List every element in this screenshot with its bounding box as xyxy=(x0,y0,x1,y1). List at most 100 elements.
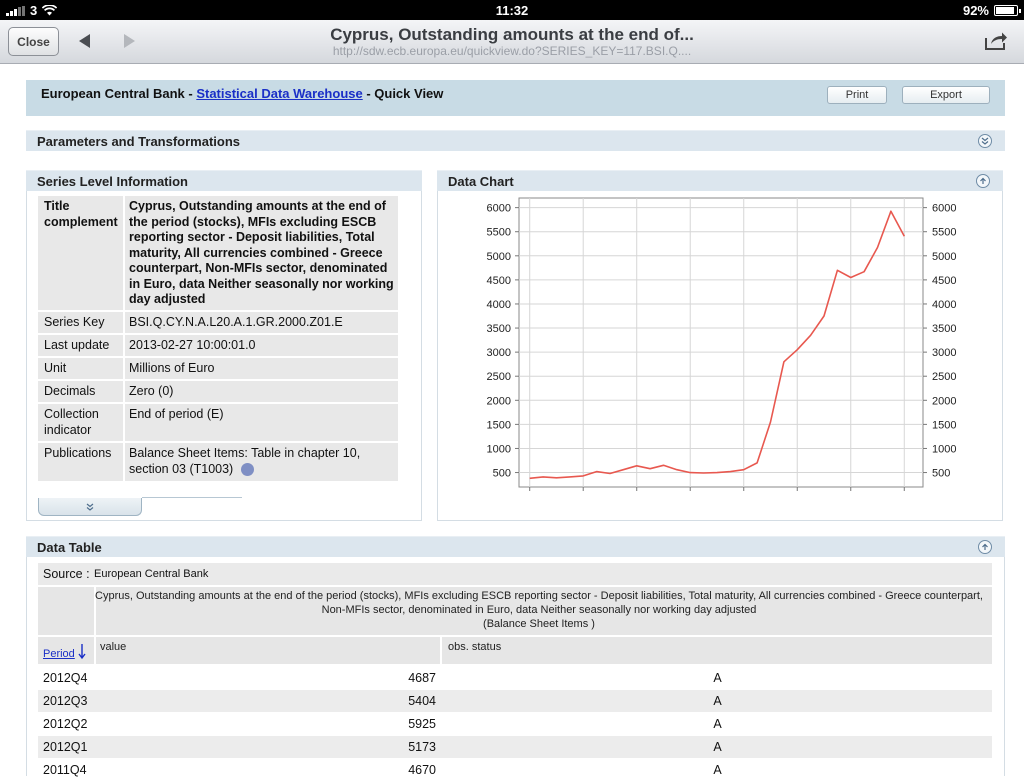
series-scroll-handle[interactable] xyxy=(38,498,142,516)
status-cell: A xyxy=(713,717,722,731)
table-row: 2012Q4 4687 A xyxy=(38,667,992,689)
y-tick-label-left: 3000 xyxy=(487,347,511,359)
y-tick-label-left: 3500 xyxy=(487,323,511,335)
y-tick-label-left: 4500 xyxy=(487,275,511,287)
status-cell: A xyxy=(713,694,722,708)
y-tick-label-right: 2000 xyxy=(932,395,956,407)
period-cell: 2012Q4 xyxy=(43,671,88,685)
series-info-value: Cyprus, Outstanding amounts at the end o… xyxy=(129,199,394,306)
page-title: Cyprus, Outstanding amounts at the end o… xyxy=(330,25,694,44)
y-tick-label-right: 5500 xyxy=(932,227,956,239)
collapse-up-icon[interactable] xyxy=(976,174,990,188)
page-url[interactable]: http://sdw.ecb.europa.eu/quickview.do?SE… xyxy=(250,44,774,58)
series-info-row: Series Key BSI.Q.CY.N.A.L20.A.1.GR.2000.Z… xyxy=(38,312,398,333)
page-content: European Central Bank - Statistical Data… xyxy=(0,64,1024,777)
y-tick-label-left: 1000 xyxy=(487,443,511,455)
source-line: Source : European Central Bank xyxy=(38,563,992,585)
table-row: 2011Q4 4670 A xyxy=(38,759,992,781)
row-divider xyxy=(123,358,125,379)
status-right: 92% xyxy=(963,3,1021,18)
status-cell: A xyxy=(713,763,722,777)
row-divider xyxy=(123,196,125,310)
y-tick-label-right: 4000 xyxy=(932,299,956,311)
params-section-bar[interactable]: Parameters and Transformations xyxy=(26,130,1005,151)
series-info-key: Series Key xyxy=(44,315,105,329)
row-divider xyxy=(123,381,125,402)
description-subtitle: (Balance Sheet Items ) xyxy=(483,618,595,630)
table-row: 2012Q3 5404 A xyxy=(38,690,992,712)
status-column-label: obs. status xyxy=(448,641,502,653)
browser-toolbar: Close Cyprus, Outstanding amounts at the… xyxy=(0,20,1024,64)
y-tick-label-right: 500 xyxy=(932,468,950,480)
series-info-row: Decimals Zero (0) xyxy=(38,381,398,402)
period-cell: 2012Q2 xyxy=(43,717,88,731)
row-divider xyxy=(123,404,125,441)
y-tick-label-left: 500 xyxy=(493,468,511,480)
table-row: 2012Q1 5173 A xyxy=(38,736,992,758)
status-bar: 3 11:32 92% xyxy=(0,0,1024,20)
value-cell: 4687 xyxy=(408,671,436,685)
y-tick-label-right: 3000 xyxy=(932,347,956,359)
y-tick-label-left: 5500 xyxy=(487,227,511,239)
series-info-title: Series Level Information xyxy=(37,174,188,189)
description-text: Cyprus, Outstanding amounts at the end o… xyxy=(94,589,984,631)
y-tick-label-left: 1500 xyxy=(487,419,511,431)
data-table-title: Data Table xyxy=(37,540,102,555)
series-info-key: Last update xyxy=(44,338,110,352)
export-button[interactable]: Export xyxy=(902,86,990,104)
y-tick-label-right: 1000 xyxy=(932,443,956,455)
series-info-value: Balance Sheet Items: Table in chapter 10… xyxy=(129,446,361,476)
value-cell: 5173 xyxy=(408,740,436,754)
y-tick-label-right: 6000 xyxy=(932,203,956,215)
battery-icon xyxy=(994,5,1021,16)
chevron-double-down-icon xyxy=(86,503,94,511)
forward-arrow-icon[interactable] xyxy=(122,32,138,50)
book-icon[interactable] xyxy=(241,463,254,476)
y-tick-label-right: 3500 xyxy=(932,323,956,335)
y-tick-label-left: 2500 xyxy=(487,371,511,383)
series-info-key: Collection indicator xyxy=(44,407,99,437)
expand-down-icon[interactable] xyxy=(978,134,992,148)
value-cell: 5404 xyxy=(408,694,436,708)
series-info-row: Last update 2013-02-27 10:00:01.0 xyxy=(38,335,398,356)
params-section-title: Parameters and Transformations xyxy=(37,134,241,149)
table-description: Cyprus, Outstanding amounts at the end o… xyxy=(38,587,992,635)
close-button[interactable]: Close xyxy=(8,27,59,56)
series-info-row: Title complement Cyprus, Outstanding amou… xyxy=(38,196,398,310)
series-info-key: Unit xyxy=(44,361,67,375)
print-button[interactable]: Print xyxy=(827,86,887,104)
y-tick-label-left: 4000 xyxy=(487,299,511,311)
y-tick-label-right: 1500 xyxy=(932,419,956,431)
period-cell: 2012Q3 xyxy=(43,694,88,708)
period-column-header[interactable]: Period xyxy=(38,637,94,664)
series-info-value: Millions of Euro xyxy=(129,361,215,375)
series-info-value: End of period (E) xyxy=(129,407,224,421)
scroll-track xyxy=(142,497,242,498)
status-cell: A xyxy=(713,671,722,685)
value-cell: 4670 xyxy=(408,763,436,777)
y-tick-label-right: 2500 xyxy=(932,371,956,383)
y-tick-label-left: 6000 xyxy=(487,203,511,215)
series-info-key: Publications xyxy=(44,446,112,460)
header-prefix: European Central Bank - xyxy=(41,86,197,101)
value-cell: 5925 xyxy=(408,717,436,731)
back-arrow-icon[interactable] xyxy=(76,32,92,50)
header-suffix: - Quick View xyxy=(362,86,444,101)
sdw-link[interactable]: Statistical Data Warehouse xyxy=(196,86,362,101)
series-info-key: Title complement xyxy=(44,199,118,229)
clock: 11:32 xyxy=(495,3,529,18)
series-info-value: Zero (0) xyxy=(129,384,174,398)
share-icon[interactable] xyxy=(984,31,1008,51)
series-info-value: BSI.Q.CY.N.A.L20.A.1.GR.2000.Z01.E xyxy=(129,315,343,329)
series-info-row: Publications Balance Sheet Items: Table i… xyxy=(38,443,398,481)
status-cell: A xyxy=(713,740,722,754)
y-tick-label-left: 5000 xyxy=(487,251,511,263)
row-divider xyxy=(123,312,125,333)
series-info-value: 2013-02-27 10:00:01.0 xyxy=(129,338,256,352)
description-body: Cyprus, Outstanding amounts at the end o… xyxy=(95,590,983,616)
collapse-up-icon-table[interactable] xyxy=(978,540,992,554)
value-column-label: value xyxy=(100,641,127,653)
table-row: 2012Q2 5925 A xyxy=(38,713,992,735)
period-sort-link[interactable]: Period xyxy=(43,648,75,660)
value-column-header: value xyxy=(96,637,440,664)
